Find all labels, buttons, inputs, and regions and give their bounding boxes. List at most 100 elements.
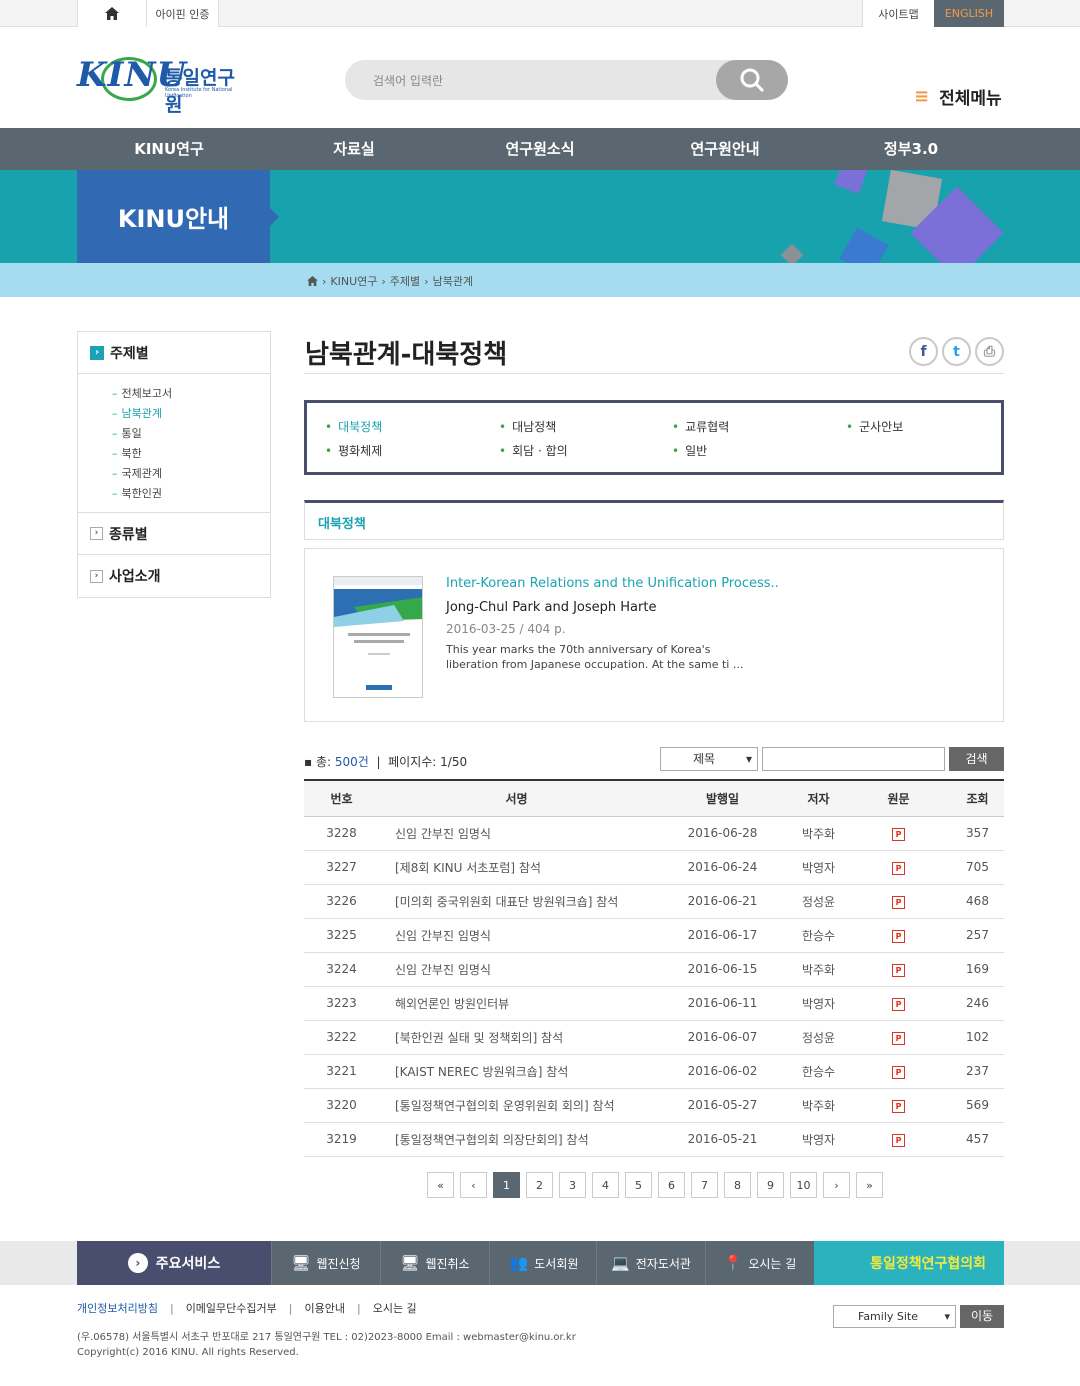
table-row[interactable]: 3224 신임 간부진 임명식 2016-06-15 박주화 P 169	[304, 952, 1004, 987]
row-pdf[interactable]: P	[846, 986, 951, 1021]
list-search-input[interactable]	[762, 747, 945, 771]
row-title[interactable]: [통일정책연구협의회 의장단회의] 참석	[379, 1122, 654, 1157]
page-button[interactable]: 8	[724, 1172, 751, 1198]
lnb-head-by-topic[interactable]: › 주제별	[78, 332, 270, 374]
row-pdf[interactable]: P	[846, 816, 951, 851]
row-pdf[interactable]: P	[846, 1122, 951, 1157]
pdf-icon[interactable]: P	[892, 1065, 905, 1079]
row-pdf[interactable]: P	[846, 1054, 951, 1089]
lnb-projects[interactable]: › 사업소개	[78, 555, 270, 597]
row-pdf[interactable]: P	[846, 918, 951, 953]
pdf-icon[interactable]: P	[892, 997, 905, 1011]
pdf-icon[interactable]: P	[892, 895, 905, 909]
pdf-icon[interactable]: P	[892, 1031, 905, 1045]
category-military[interactable]: 군사안보	[846, 418, 903, 435]
page-button[interactable]: 5	[625, 1172, 652, 1198]
family-site-go-button[interactable]: 이동	[960, 1305, 1004, 1328]
search-button[interactable]	[716, 60, 788, 100]
category-south-policy[interactable]: 대남정책	[499, 418, 556, 435]
lnb-by-type[interactable]: › 종류별	[78, 513, 270, 555]
nav-kinu-research[interactable]: KINU연구	[134, 128, 204, 170]
search-input[interactable]: 검색어 입력란	[373, 72, 443, 89]
lnb-item-human-rights[interactable]: – 북한인권	[112, 484, 270, 504]
lnb-item-unification[interactable]: – 통일	[112, 424, 270, 444]
next-page-button[interactable]: ›	[823, 1172, 850, 1198]
nav-gov30[interactable]: 정부3.0	[884, 128, 938, 170]
row-title[interactable]: [통일정책연구협의회 운영위원회 회의] 참석	[379, 1088, 654, 1123]
service-webzine-cancel[interactable]: 🖥 웹진취소	[380, 1241, 489, 1285]
policy-council-link[interactable]: 통일정책연구협의회	[814, 1241, 1004, 1285]
kinu-logo[interactable]: KINU 통일연구원 Korea Institute for National …	[77, 55, 247, 116]
category-north-policy[interactable]: 대북정책	[325, 418, 382, 435]
twitter-icon[interactable]: t	[942, 337, 971, 366]
page-button[interactable]: 4	[592, 1172, 619, 1198]
row-title[interactable]: [미의회 중국위원회 대표단 방원워크숍] 참석	[379, 884, 654, 919]
home-icon[interactable]	[77, 0, 147, 27]
pdf-icon[interactable]: P	[892, 1133, 905, 1147]
table-row[interactable]: 3222 [북한인권 실태 및 정책회의] 참석 2016-06-07 정성윤 P 102	[304, 1020, 1004, 1055]
table-row[interactable]: 3219 [통일정책연구협의회 의장단회의] 참석 2016-05-21 박영자 P 45…	[304, 1122, 1004, 1157]
pdf-icon[interactable]: P	[892, 963, 905, 977]
search-field-select[interactable]: 제목	[660, 747, 758, 771]
service-library-member[interactable]: 👥 도서회원	[489, 1241, 598, 1285]
page-button[interactable]: 2	[526, 1172, 553, 1198]
category-general[interactable]: 일반	[672, 442, 707, 459]
featured-title[interactable]: Inter-Korean Relations and the Unificati…	[446, 576, 779, 591]
last-page-button[interactable]: »	[856, 1172, 883, 1198]
service-webzine-subscribe[interactable]: 🖥 웹진신청	[271, 1241, 380, 1285]
home-icon[interactable]	[307, 276, 318, 286]
facebook-icon[interactable]: f	[909, 337, 938, 366]
pdf-icon[interactable]: P	[892, 1099, 905, 1113]
lnb-item-international[interactable]: – 국제관계	[112, 464, 270, 484]
row-pdf[interactable]: P	[846, 1088, 951, 1123]
nav-about[interactable]: 연구원안내	[690, 128, 759, 170]
page-button[interactable]: 6	[658, 1172, 685, 1198]
row-pdf[interactable]: P	[846, 884, 951, 919]
row-title[interactable]: [KAIST NEREC 방원워크숍] 참석	[379, 1054, 654, 1089]
sitemap-link[interactable]: 사이트맵	[862, 0, 934, 27]
all-menu-button[interactable]: ≡ 전체메뉴	[914, 84, 1002, 109]
service-e-library[interactable]: 💻 전자도서관	[596, 1241, 705, 1285]
page-button[interactable]: 3	[559, 1172, 586, 1198]
table-row[interactable]: 3225 신임 간부진 임명식 2016-06-17 한승수 P 257	[304, 918, 1004, 953]
page-button[interactable]: 10	[790, 1172, 817, 1198]
print-icon[interactable]: ⎙	[975, 337, 1004, 366]
row-pdf[interactable]: P	[846, 1020, 951, 1055]
list-search-button[interactable]: 검색	[949, 747, 1004, 771]
category-exchange[interactable]: 교류협력	[672, 418, 729, 435]
nav-news[interactable]: 연구원소식	[505, 128, 574, 170]
breadcrumb-item[interactable]: 주제별	[390, 273, 420, 289]
table-row[interactable]: 3221 [KAIST NEREC 방원워크숍] 참석 2016-06-02 한승수 P…	[304, 1054, 1004, 1089]
row-pdf[interactable]: P	[846, 952, 951, 987]
row-title[interactable]: [제8회 KINU 서초포럼] 참석	[379, 850, 654, 885]
breadcrumb-item[interactable]: 남북관계	[433, 273, 473, 289]
table-row[interactable]: 3228 신임 간부진 임명식 2016-06-28 박주화 P 357	[304, 816, 1004, 851]
table-row[interactable]: 3226 [미의회 중국위원회 대표단 방원워크숍] 참석 2016-06-21 정성…	[304, 884, 1004, 919]
category-talks[interactable]: 회담 · 합의	[499, 442, 568, 459]
breadcrumb-item[interactable]: KINU연구	[330, 273, 377, 289]
pdf-icon[interactable]: P	[892, 861, 905, 875]
nav-archive[interactable]: 자료실	[333, 128, 374, 170]
service-directions[interactable]: 📍 오시는 길	[705, 1241, 814, 1285]
page-button[interactable]: 9	[757, 1172, 784, 1198]
usage-guide-link[interactable]: 이용안내	[305, 1300, 345, 1316]
page-button[interactable]: 1	[493, 1172, 520, 1198]
row-title[interactable]: 해외언론인 방원인터뷰	[379, 986, 654, 1021]
email-refusal-link[interactable]: 이메일무단수집거부	[186, 1300, 277, 1316]
book-cover-thumbnail[interactable]	[333, 576, 423, 698]
row-title[interactable]: 신임 간부진 임명식	[379, 952, 654, 987]
table-row[interactable]: 3223 해외언론인 방원인터뷰 2016-06-11 박영자 P 246	[304, 986, 1004, 1021]
row-title[interactable]: 신임 간부진 임명식	[379, 816, 654, 851]
first-page-button[interactable]: «	[427, 1172, 454, 1198]
directions-link[interactable]: 오시는 길	[373, 1300, 417, 1316]
table-row[interactable]: 3220 [통일정책연구협의회 운영위원회 회의] 참석 2016-05-27 박주화…	[304, 1088, 1004, 1123]
table-row[interactable]: 3227 [제8회 KINU 서초포럼] 참석 2016-06-24 박영자 P 705	[304, 850, 1004, 885]
lnb-item-all-reports[interactable]: – 전체보고서	[112, 384, 270, 404]
lnb-item-inter-korean[interactable]: – 남북관계	[112, 404, 270, 424]
pdf-icon[interactable]: P	[892, 929, 905, 943]
ipin-auth-link[interactable]: 아이핀 인증	[147, 0, 219, 27]
english-link[interactable]: ENGLISH	[934, 0, 1004, 27]
pdf-icon[interactable]: P	[892, 827, 905, 841]
lnb-item-north-korea[interactable]: – 북한	[112, 444, 270, 464]
row-title[interactable]: 신임 간부진 임명식	[379, 918, 654, 953]
